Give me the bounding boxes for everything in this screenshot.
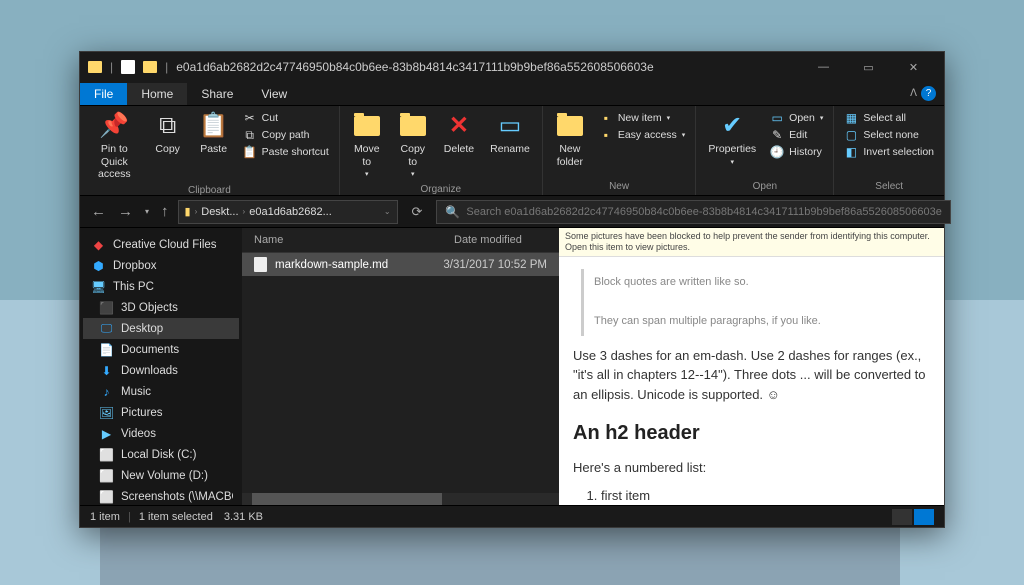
- file-list: Name Date modified markdown-sample.md 3/…: [242, 228, 559, 505]
- preview-h2: An h2 header: [573, 418, 930, 448]
- tab-file[interactable]: File: [80, 83, 127, 105]
- status-bar: 1 item | 1 item selected 3.31 KB: [80, 505, 944, 527]
- tab-share[interactable]: Share: [187, 83, 247, 105]
- folder-icon: [143, 61, 157, 73]
- window-title: e0a1d6ab2682d2c47746950b84c0b6ee-83b8b48…: [176, 60, 653, 74]
- sidebar-item-ccf[interactable]: ◆Creative Cloud Files: [83, 234, 239, 255]
- delete-button[interactable]: ✕Delete: [438, 110, 480, 158]
- sidebar-item-music[interactable]: ♪Music: [83, 381, 239, 402]
- titlebar[interactable]: | | e0a1d6ab2682d2c47746950b84c0b6ee-83b…: [80, 52, 944, 82]
- explorer-window: | | e0a1d6ab2682d2c47746950b84c0b6ee-83b…: [79, 51, 945, 528]
- close-button[interactable]: ✕: [891, 52, 936, 82]
- sidebar-item-newvol[interactable]: ⬜New Volume (D:): [83, 465, 239, 486]
- up-button[interactable]: ↑: [158, 203, 172, 220]
- sidebar-item-desktop[interactable]: 🖵Desktop: [83, 318, 239, 339]
- ribbon: 📌Pin to Quick access ⧉Copy 📋Paste ✂Cut ⧉…: [80, 106, 944, 196]
- status-size: 3.31 KB: [224, 511, 263, 523]
- refresh-button[interactable]: ⟳: [404, 204, 431, 220]
- sidebar-item-3dobjects[interactable]: ⬛3D Objects: [83, 297, 239, 318]
- checkbox-icon[interactable]: [121, 60, 135, 74]
- history-button[interactable]: 🕘History: [770, 145, 823, 159]
- pasteshortcut-button[interactable]: 📋Paste shortcut: [243, 145, 329, 159]
- sidebar-item-screenshots[interactable]: ⬜Screenshots (\\MACBOOKA: [83, 486, 239, 505]
- file-name: markdown-sample.md: [275, 259, 435, 271]
- edit-button[interactable]: ✎Edit: [770, 128, 823, 142]
- file-scrollbar[interactable]: [242, 493, 559, 505]
- newfolder-button[interactable]: New folder: [549, 110, 591, 170]
- divider: |: [165, 60, 168, 74]
- nav-pane: ◆Creative Cloud Files ⬢Dropbox 🖥This PC …: [80, 228, 242, 505]
- col-date[interactable]: Date modified: [454, 234, 522, 246]
- sidebar-item-pictures[interactable]: 🖼Pictures: [83, 402, 239, 423]
- search-box[interactable]: 🔍 Search e0a1d6ab2682d2c47746950b84c0b6e…: [436, 200, 950, 224]
- cut-button[interactable]: ✂Cut: [243, 111, 329, 125]
- group-select: Select: [840, 179, 938, 195]
- copy-button[interactable]: ⧉Copy: [147, 110, 189, 158]
- sidebar-item-downloads[interactable]: ⬇Downloads: [83, 360, 239, 381]
- maximize-button[interactable]: ▭: [846, 52, 891, 82]
- sidebar-item-thispc[interactable]: 🖥This PC: [83, 276, 239, 297]
- tab-home[interactable]: Home: [127, 83, 187, 105]
- recent-dropdown[interactable]: ▾: [142, 207, 152, 216]
- sidebar-item-dropbox[interactable]: ⬢Dropbox: [83, 255, 239, 276]
- selectnone-button[interactable]: ▢Select none: [844, 128, 934, 142]
- properties-button[interactable]: ✔Properties▾: [702, 110, 762, 169]
- rename-button[interactable]: ▭Rename: [484, 110, 536, 158]
- group-open: Open: [702, 179, 827, 195]
- sidebar-item-documents[interactable]: 📄Documents: [83, 339, 239, 360]
- newitem-button[interactable]: ▪New item ▾: [599, 111, 685, 125]
- pin-button[interactable]: 📌Pin to Quick access: [86, 110, 143, 183]
- help-icon[interactable]: ?: [921, 86, 936, 101]
- minimize-button[interactable]: —: [801, 52, 846, 82]
- moveto-button[interactable]: Move to▾: [346, 110, 388, 182]
- preview-blockquote: Block quotes are written like so. They c…: [581, 269, 930, 336]
- address-bar[interactable]: ▮ › Deskt... › e0a1d6ab2682... ⌄: [178, 200, 398, 224]
- view-large-button[interactable]: [914, 509, 934, 525]
- open-button[interactable]: ▭Open ▾: [770, 111, 823, 125]
- copypath-button[interactable]: ⧉Copy path: [243, 128, 329, 142]
- divider: |: [110, 60, 113, 74]
- back-button[interactable]: ←: [88, 203, 109, 220]
- preview-pane: Some pictures have been blocked to help …: [559, 228, 944, 505]
- tab-view[interactable]: View: [247, 83, 301, 105]
- file-icon: [254, 257, 267, 272]
- collapse-ribbon-icon[interactable]: ᐱ: [910, 88, 917, 99]
- nav-bar: ← → ▾ ↑ ▮ › Deskt... › e0a1d6ab2682... ⌄…: [80, 196, 944, 228]
- sidebar-item-videos[interactable]: ▶Videos: [83, 423, 239, 444]
- status-selected: 1 item selected: [139, 511, 213, 523]
- copyto-button[interactable]: Copy to▾: [392, 110, 434, 182]
- forward-button[interactable]: →: [115, 203, 136, 220]
- file-row[interactable]: markdown-sample.md 3/31/2017 10:52 PM: [242, 253, 559, 276]
- status-count: 1 item: [90, 511, 120, 523]
- preview-warning: Some pictures have been blocked to help …: [559, 228, 944, 257]
- preview-paragraph: Use 3 dashes for an em-dash. Use 2 dashe…: [573, 346, 930, 405]
- folder-icon: [88, 61, 102, 73]
- col-name[interactable]: Name: [254, 234, 454, 246]
- preview-ol: first item: [573, 486, 930, 505]
- search-icon: 🔍: [445, 205, 460, 219]
- paste-button[interactable]: 📋Paste: [193, 110, 235, 158]
- file-date: 3/31/2017 10:52 PM: [443, 259, 547, 271]
- selectall-button[interactable]: ▦Select all: [844, 111, 934, 125]
- easyaccess-button[interactable]: ▪Easy access ▾: [599, 128, 685, 142]
- preview-list-intro: Here's a numbered list:: [573, 458, 930, 478]
- invert-button[interactable]: ◧Invert selection: [844, 145, 934, 159]
- sidebar-item-localc[interactable]: ⬜Local Disk (C:): [83, 444, 239, 465]
- group-new: New: [549, 179, 689, 195]
- view-details-button[interactable]: [892, 509, 912, 525]
- ribbon-tabs: File Home Share View ᐱ ?: [80, 82, 944, 106]
